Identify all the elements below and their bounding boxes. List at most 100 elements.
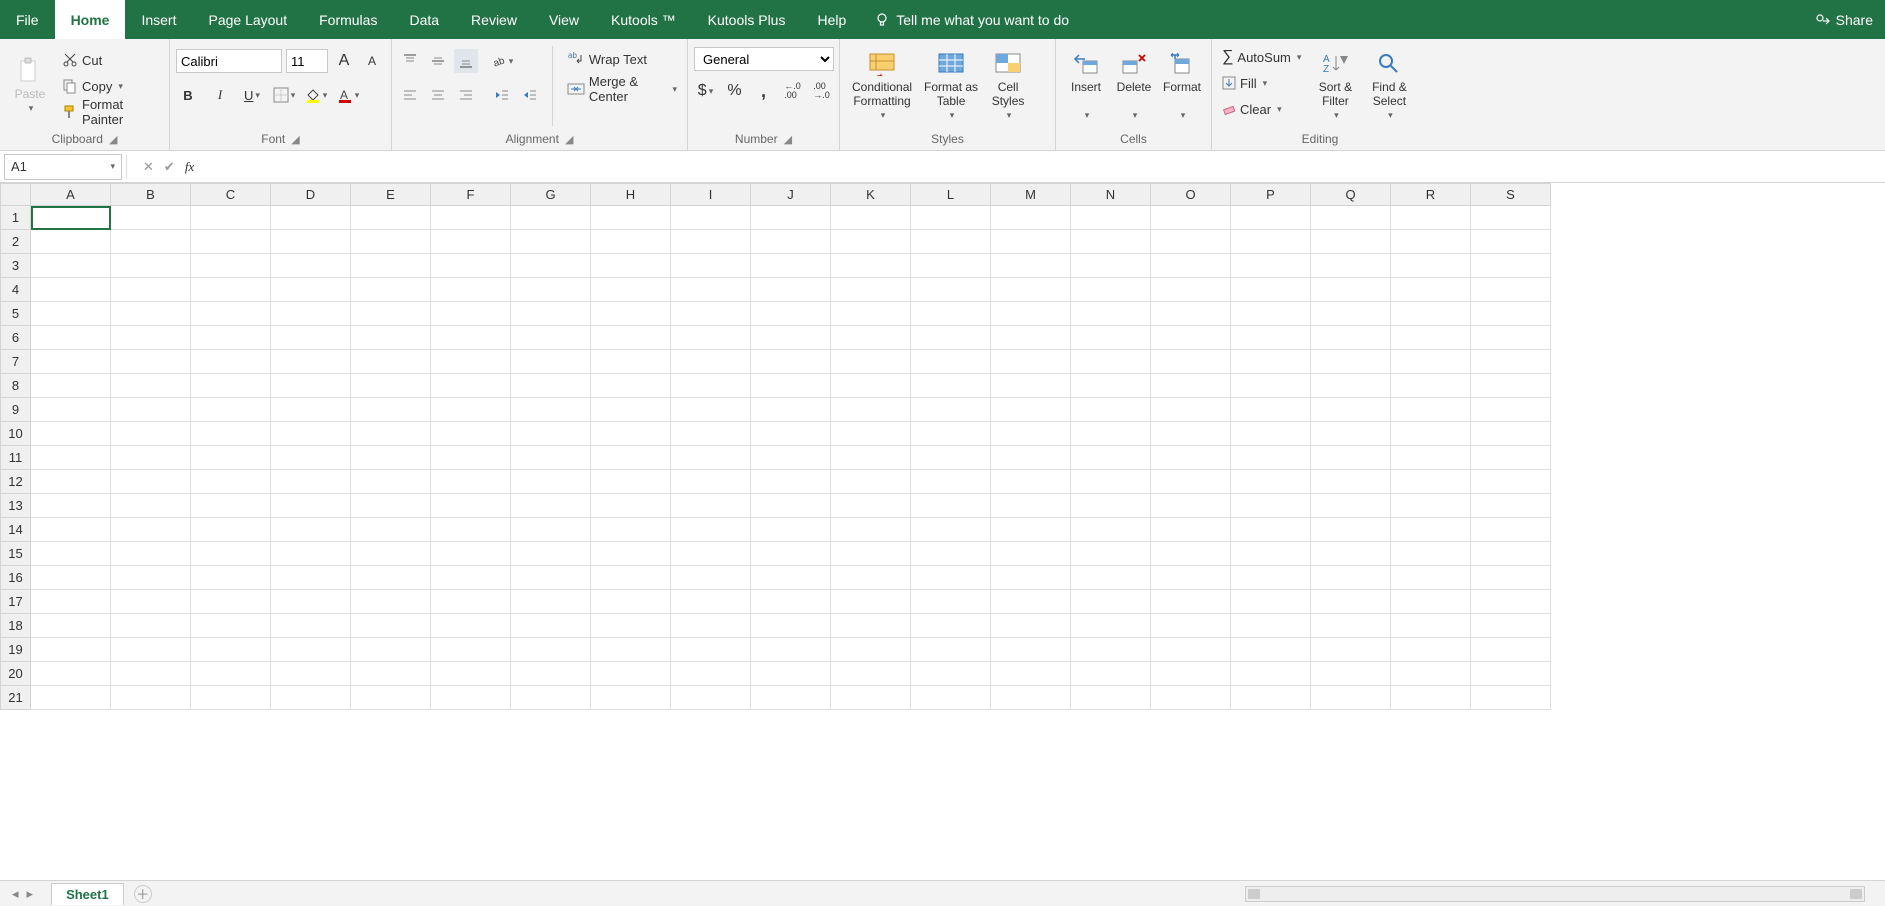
cell[interactable]	[111, 446, 191, 470]
tab-file[interactable]: File	[0, 0, 55, 39]
cell[interactable]	[751, 374, 831, 398]
cell[interactable]	[671, 374, 751, 398]
cell[interactable]	[1071, 350, 1151, 374]
row-header[interactable]: 3	[1, 254, 31, 278]
clear-button[interactable]: Clear ▾	[1218, 97, 1305, 121]
cell[interactable]	[911, 638, 991, 662]
cell[interactable]	[911, 590, 991, 614]
comma-button[interactable]: ,	[752, 79, 775, 103]
increase-font-size-button[interactable]: A	[332, 49, 356, 73]
paste-button[interactable]: Paste ▾	[6, 43, 54, 129]
cell[interactable]	[1151, 470, 1231, 494]
column-header[interactable]: K	[831, 184, 911, 206]
cell[interactable]	[111, 374, 191, 398]
cell[interactable]	[1391, 326, 1471, 350]
cell[interactable]	[111, 350, 191, 374]
cell[interactable]	[31, 614, 111, 638]
cell[interactable]	[191, 422, 271, 446]
cell[interactable]	[1231, 638, 1311, 662]
cell[interactable]	[1471, 470, 1551, 494]
tab-review[interactable]: Review	[455, 0, 533, 39]
cell[interactable]	[751, 278, 831, 302]
cell[interactable]	[671, 542, 751, 566]
cell[interactable]	[511, 326, 591, 350]
cell[interactable]	[1391, 662, 1471, 686]
cell[interactable]	[351, 422, 431, 446]
cell[interactable]	[351, 398, 431, 422]
cell[interactable]	[191, 230, 271, 254]
cell[interactable]	[31, 638, 111, 662]
cell[interactable]	[1391, 566, 1471, 590]
cell[interactable]	[31, 566, 111, 590]
cell[interactable]	[1151, 518, 1231, 542]
accounting-format-button[interactable]: $▾	[694, 79, 717, 103]
cell[interactable]	[351, 590, 431, 614]
row-header[interactable]: 21	[1, 686, 31, 710]
cell[interactable]	[1311, 350, 1391, 374]
decrease-decimal-button[interactable]: .00→.0	[810, 79, 833, 103]
cell[interactable]	[1231, 686, 1311, 710]
cell[interactable]	[671, 230, 751, 254]
cell[interactable]	[271, 614, 351, 638]
cell[interactable]	[1311, 470, 1391, 494]
cell[interactable]	[431, 398, 511, 422]
row-header[interactable]: 20	[1, 662, 31, 686]
row-header[interactable]: 12	[1, 470, 31, 494]
cell[interactable]	[591, 206, 671, 230]
cell[interactable]	[1391, 590, 1471, 614]
cell[interactable]	[431, 374, 511, 398]
cell[interactable]	[1231, 446, 1311, 470]
cell[interactable]	[591, 590, 671, 614]
cell[interactable]	[1151, 638, 1231, 662]
cell[interactable]	[591, 686, 671, 710]
cell[interactable]	[111, 326, 191, 350]
cell[interactable]	[271, 686, 351, 710]
cell[interactable]	[271, 494, 351, 518]
orientation-button[interactable]: ab▾	[490, 49, 514, 73]
cell[interactable]	[991, 638, 1071, 662]
row-header[interactable]: 2	[1, 230, 31, 254]
cell[interactable]	[911, 494, 991, 518]
cell[interactable]	[751, 494, 831, 518]
cell[interactable]	[671, 518, 751, 542]
cell[interactable]	[591, 446, 671, 470]
cell[interactable]	[671, 638, 751, 662]
column-header[interactable]: M	[991, 184, 1071, 206]
cell[interactable]	[1071, 278, 1151, 302]
cell[interactable]	[991, 398, 1071, 422]
cell[interactable]	[191, 518, 271, 542]
cell[interactable]	[751, 254, 831, 278]
column-header[interactable]: S	[1471, 184, 1551, 206]
column-header[interactable]: B	[111, 184, 191, 206]
cell[interactable]	[991, 374, 1071, 398]
cell[interactable]	[671, 302, 751, 326]
cell[interactable]	[271, 542, 351, 566]
cell[interactable]	[1231, 518, 1311, 542]
cell[interactable]	[831, 590, 911, 614]
cell[interactable]	[431, 686, 511, 710]
cell[interactable]	[111, 494, 191, 518]
cell[interactable]	[1151, 350, 1231, 374]
bold-button[interactable]: B	[176, 83, 200, 107]
cell[interactable]	[1231, 374, 1311, 398]
row-header[interactable]: 19	[1, 638, 31, 662]
cell[interactable]	[591, 566, 671, 590]
cell[interactable]	[351, 278, 431, 302]
row-header[interactable]: 10	[1, 422, 31, 446]
cell[interactable]	[1231, 326, 1311, 350]
cell[interactable]	[1311, 542, 1391, 566]
cell[interactable]	[431, 614, 511, 638]
cell[interactable]	[1471, 206, 1551, 230]
cell[interactable]	[111, 662, 191, 686]
cell[interactable]	[991, 422, 1071, 446]
font-color-button[interactable]: A▾	[336, 83, 360, 107]
cell[interactable]	[751, 350, 831, 374]
column-header[interactable]: F	[431, 184, 511, 206]
cell[interactable]	[191, 350, 271, 374]
cell[interactable]	[591, 614, 671, 638]
cell[interactable]	[1231, 278, 1311, 302]
cell[interactable]	[751, 398, 831, 422]
cell[interactable]	[31, 518, 111, 542]
cell[interactable]	[751, 638, 831, 662]
cell[interactable]	[991, 350, 1071, 374]
